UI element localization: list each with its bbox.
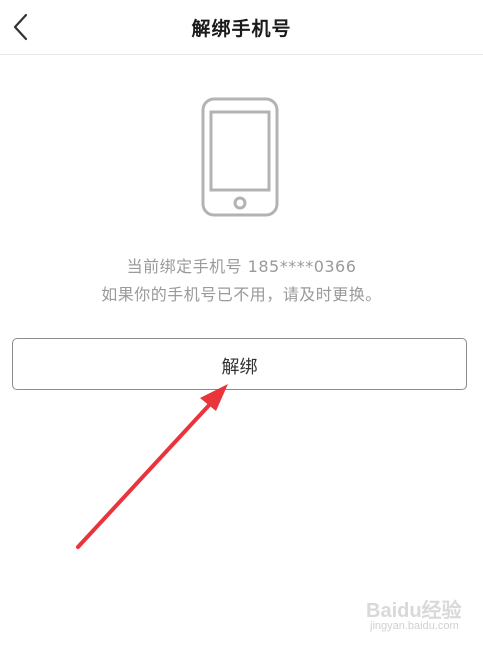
baidu-jingyan-watermark: Baidu经验 jingyan.baidu.com [366,594,476,638]
navigation-bar: 解绑手机号 [0,0,483,55]
unbind-phone-screen: 解绑手机号 当前绑定手机号 185****0366 如果你的手机号已不用，请及时… [0,0,483,645]
page-title: 解绑手机号 [191,18,292,40]
advice-text: 如果你的手机号已不用，请及时更换。 [101,285,382,304]
watermark-url: jingyan.baidu.com [370,620,459,632]
bound-phone-text: 当前绑定手机号 185****0366 [126,257,357,276]
smartphone-icon [201,97,279,217]
unbind-button[interactable]: 解绑 [12,338,467,390]
unbind-button-label: 解绑 [221,357,258,378]
watermark-brand: Baidu经验 [366,600,462,622]
